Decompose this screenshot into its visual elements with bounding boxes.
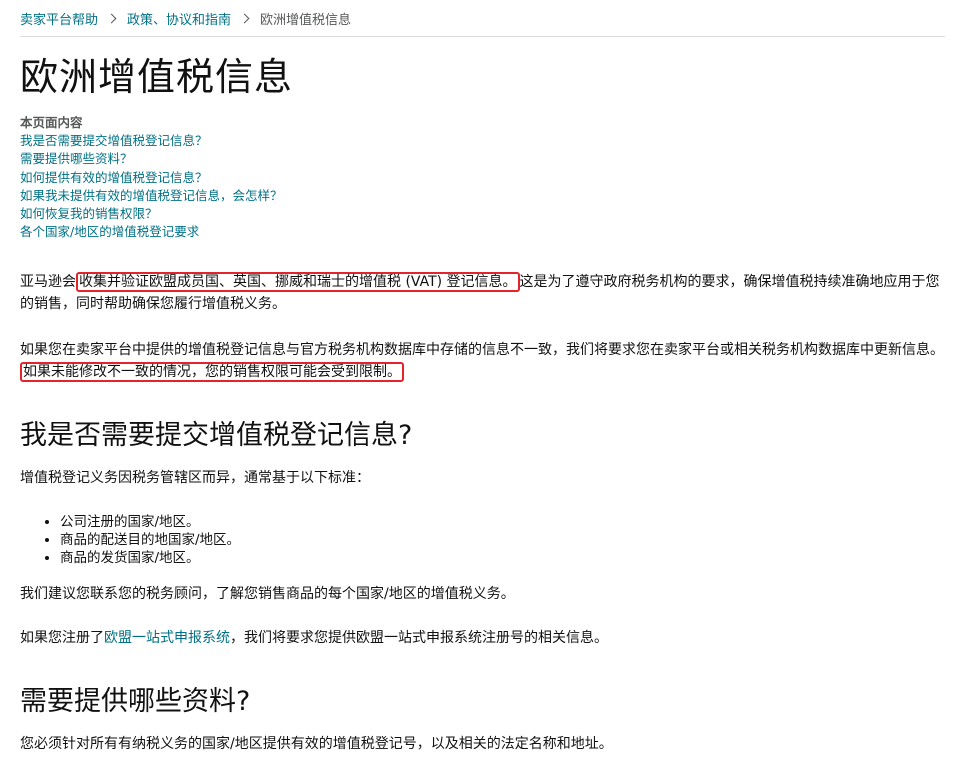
toc-link-how-to-provide[interactable]: 如何提供有效的增值税登记信息？ xyxy=(20,169,945,187)
toc-heading: 本页面内容 xyxy=(20,115,83,130)
toc-link-country-requirements[interactable]: 各个国家/地区的增值税登记要求 xyxy=(20,223,945,241)
page-title: 欧洲增值税信息 xyxy=(20,55,294,99)
section1-advice: 我们建议您联系您的税务顾问，了解您销售商品的每个国家/地区的增值税义务。 xyxy=(20,586,515,603)
highlighted-text-vat-collection: 收集并验证欧盟成员国、英国、挪威和瑞士的增值税 (VAT) 登记信息。 xyxy=(76,272,520,293)
section2-text: 您必须针对所有有纳税义务的国家/地区提供有效的增值税登记号，以及相关的法定名称和… xyxy=(20,736,613,753)
list-item: 商品的配送目的地国家/地区。 xyxy=(60,531,945,549)
toc-link-consequences[interactable]: 如果我未提供有效的增值税登记信息，会怎样？ xyxy=(20,187,945,205)
criteria-list: 公司注册的国家/地区。 商品的配送目的地国家/地区。 商品的发货国家/地区。 xyxy=(20,513,945,567)
breadcrumb-link-policies[interactable]: 政策、协议和指南 xyxy=(127,9,231,28)
intro-paragraph-1: 亚马逊会 收集并验证欧盟成员国、英国、挪威和瑞士的增值税 (VAT) 登记信息。这… xyxy=(20,272,940,313)
highlighted-text-restriction: 如果未能修改不一致的情况，您的销售权限可能会受到限制。 xyxy=(20,362,404,383)
chevron-right-icon xyxy=(239,13,250,23)
breadcrumb-link-seller-help[interactable]: 卖家平台帮助 xyxy=(20,9,98,28)
section-heading-need-vat: 我是否需要提交增值税登记信息? xyxy=(20,420,413,452)
toc-link-required-info[interactable]: 需要提供哪些资料？ xyxy=(20,150,945,168)
toc-link-restore-privileges[interactable]: 如何恢复我的销售权限？ xyxy=(20,205,945,223)
chevron-right-icon xyxy=(106,13,117,23)
breadcrumb-current: 欧洲增值税信息 xyxy=(260,12,352,28)
section1-intro: 增值税登记义务因税务管辖区而异，通常基于以下标准： xyxy=(20,470,370,487)
help-page: 卖家平台帮助 政策、协议和指南 欧洲增值税信息 欧洲增值税信息 本页面内容 我是… xyxy=(20,0,945,755)
section1-oss: 如果您注册了欧盟一站式申报系统，我们将要求您提供欧盟一站式申报系统注册号的相关信… xyxy=(20,630,608,647)
toc-link-need-vat[interactable]: 我是否需要提交增值税登记信息？ xyxy=(20,132,945,150)
list-item: 商品的发货国家/地区。 xyxy=(60,549,945,567)
table-of-contents: 本页面内容 我是否需要提交增值税登记信息？ 需要提供哪些资料？ 如何提供有效的增… xyxy=(20,114,945,241)
breadcrumb: 卖家平台帮助 政策、协议和指南 欧洲增值税信息 xyxy=(20,0,945,37)
oss-link[interactable]: 欧盟一站式申报系统 xyxy=(104,630,230,646)
section-heading-required-info: 需要提供哪些资料? xyxy=(20,686,251,718)
intro-paragraph-2: 如果您在卖家平台中提供的增值税登记信息与官方税务机构数据库中存储的信息不一致，我… xyxy=(20,342,944,383)
list-item: 公司注册的国家/地区。 xyxy=(60,513,945,531)
